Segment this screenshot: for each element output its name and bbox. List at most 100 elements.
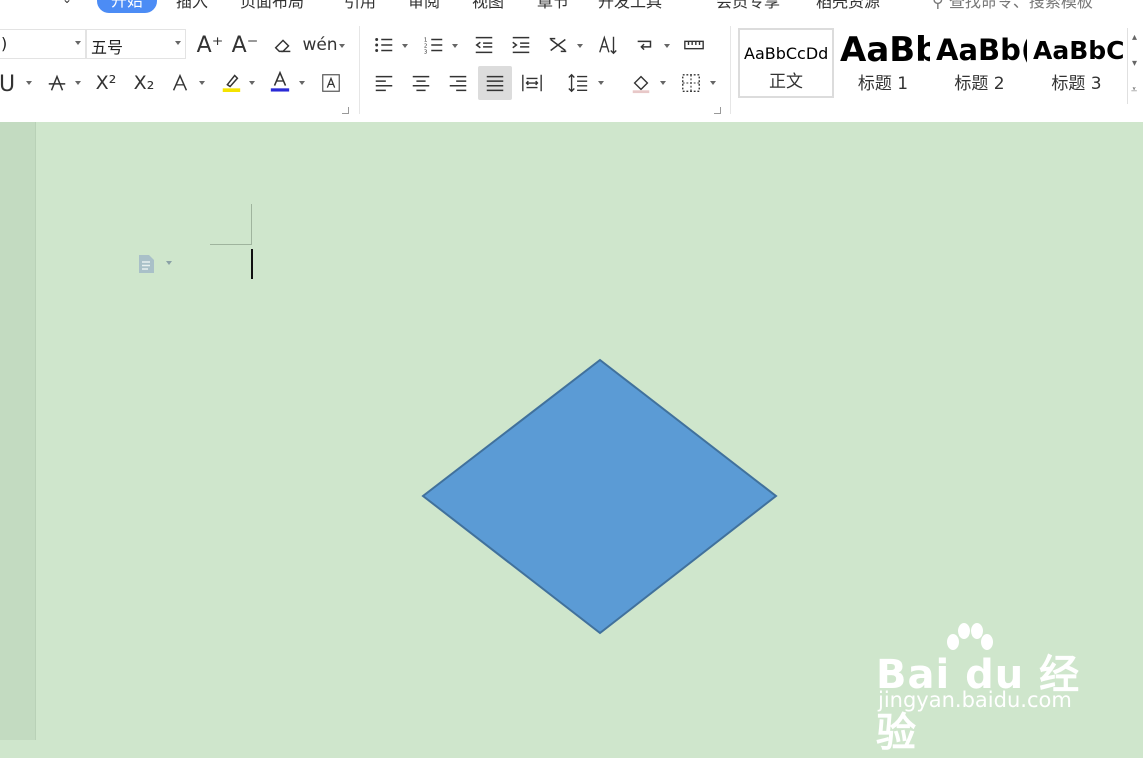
align-right-button[interactable]	[443, 68, 473, 98]
chevron-down-icon[interactable]	[402, 44, 408, 48]
chevron-down-icon	[75, 41, 81, 45]
chevron-down-icon[interactable]	[199, 81, 205, 85]
chevron-down-icon[interactable]	[577, 44, 583, 48]
align-left-icon	[375, 75, 393, 92]
svg-text:3: 3	[424, 49, 428, 55]
more-styles-icon[interactable]: ⩡	[1131, 83, 1137, 97]
paragraph-dialog-launcher[interactable]	[714, 107, 721, 114]
increase-indent-button[interactable]	[506, 30, 536, 60]
paint-bucket-icon	[632, 75, 650, 94]
chevron-down-icon[interactable]: ▾	[1132, 58, 1137, 69]
align-left-button[interactable]	[369, 68, 399, 98]
style-heading-2[interactable]: AaBb( 标题 2	[932, 28, 1027, 98]
tab-insert[interactable]: 插入	[176, 0, 208, 12]
undo-icon[interactable]: ↶	[22, 0, 35, 7]
font-dialog-launcher[interactable]	[342, 107, 349, 114]
boxed-a-icon	[322, 74, 340, 92]
justify-icon	[486, 75, 504, 92]
style-normal[interactable]: AaBbCcDd 正文	[738, 28, 834, 98]
superscript-button[interactable]: X²	[91, 68, 121, 98]
chevron-down-icon[interactable]	[26, 81, 32, 85]
font-name-select[interactable]: )	[0, 29, 86, 59]
command-search[interactable]: ⚲ 查找命令、搜索模板	[932, 0, 1093, 12]
style-sample: AaBb	[840, 30, 930, 70]
eraser-icon	[274, 39, 291, 53]
numbering-button[interactable]: 123	[419, 30, 449, 60]
ribbon: ↶ ⌄ 开始 插入 页面布局 引用 审阅 视图 章节 开发工具 会员专享 稻壳资…	[0, 0, 1143, 122]
tab-developer[interactable]: 开发工具	[598, 0, 662, 12]
style-sample: AaBbCcDd	[744, 44, 829, 63]
chevron-down-icon[interactable]	[598, 81, 604, 85]
chevron-down-icon[interactable]	[75, 81, 81, 85]
tab-sections[interactable]: 章节	[537, 0, 569, 12]
phonetic-guide-button[interactable]: wén	[302, 30, 337, 60]
chevron-down-icon[interactable]: ⌄	[62, 0, 72, 6]
tab-member[interactable]: 会员专享	[716, 0, 780, 12]
borders-button[interactable]	[676, 68, 706, 98]
style-sample: AaBbC	[1033, 36, 1124, 65]
tab-docer[interactable]: 稻壳资源	[816, 0, 880, 12]
align-center-icon	[412, 75, 430, 92]
shading-button[interactable]	[626, 68, 656, 98]
table-of-contents-button[interactable]	[679, 30, 709, 60]
tab-home[interactable]: 开始	[97, 0, 158, 13]
chevron-up-icon[interactable]: ▴	[1132, 32, 1137, 43]
numbered-list-icon: 123	[424, 37, 443, 55]
indent-icon	[512, 36, 530, 54]
distribute-icon	[522, 74, 542, 92]
font-color-button[interactable]	[265, 66, 295, 96]
document-area[interactable]: Bai du 经验 jingyan.baidu.com	[0, 122, 1143, 756]
style-heading-3[interactable]: AaBbC 标题 3	[1029, 28, 1124, 98]
paragraph-mark-icon	[637, 40, 652, 51]
justify-button[interactable]	[478, 66, 512, 100]
outdent-icon	[475, 36, 493, 54]
baidu-jingyan-watermark: Bai du 经验 jingyan.baidu.com	[876, 622, 1086, 756]
chevron-down-icon	[175, 41, 181, 45]
ruler-icon	[684, 40, 704, 50]
watermark-url: jingyan.baidu.com	[878, 688, 1072, 712]
underline-icon[interactable]: U	[0, 69, 22, 99]
chevron-down-icon[interactable]	[249, 81, 255, 85]
chinese-layout-button[interactable]	[543, 30, 573, 60]
style-name: 正文	[769, 72, 803, 92]
tab-review[interactable]: 审阅	[408, 0, 440, 12]
style-sample: AaBb(	[936, 33, 1027, 67]
clear-format-button[interactable]	[268, 30, 298, 60]
show-marks-button[interactable]	[630, 30, 660, 60]
tab-references[interactable]: 引用	[344, 0, 376, 12]
style-name: 标题 2	[954, 74, 1005, 94]
style-heading-1[interactable]: AaBb 标题 1	[836, 28, 930, 98]
text-effect-button[interactable]	[165, 68, 195, 98]
character-border-button[interactable]	[316, 68, 346, 98]
sort-button[interactable]	[593, 30, 623, 60]
font-size-select[interactable]: 五号	[86, 29, 186, 59]
highlight-button[interactable]	[216, 66, 246, 96]
style-name: 标题 3	[1051, 74, 1102, 94]
grow-font-button[interactable]: A⁺	[195, 30, 225, 60]
font-name-value: )	[1, 34, 8, 53]
line-spacing-icon	[568, 73, 588, 93]
font-size-value: 五号	[91, 38, 124, 57]
chevron-down-icon[interactable]	[452, 44, 458, 48]
align-right-icon	[449, 75, 467, 92]
diamond-polygon[interactable]	[421, 358, 778, 635]
line-spacing-button[interactable]	[563, 68, 593, 98]
chevron-down-icon[interactable]	[660, 81, 666, 85]
font-color-icon	[270, 70, 290, 92]
chevron-down-icon[interactable]	[339, 44, 345, 48]
subscript-button[interactable]: X₂	[129, 68, 159, 98]
strikethrough-button[interactable]	[42, 68, 72, 98]
tab-page-layout[interactable]: 页面布局	[240, 0, 304, 12]
decrease-indent-button[interactable]	[469, 30, 499, 60]
chevron-down-icon[interactable]	[664, 44, 670, 48]
bullets-button[interactable]	[369, 30, 399, 60]
text-effect-icon	[172, 73, 188, 91]
tab-view[interactable]: 视图	[472, 0, 504, 12]
distribute-button[interactable]	[517, 68, 547, 98]
search-icon: ⚲	[932, 0, 944, 11]
chevron-down-icon[interactable]	[710, 81, 716, 85]
shrink-font-button[interactable]: A⁻	[230, 30, 260, 60]
align-center-button[interactable]	[406, 68, 436, 98]
styles-gallery-scroll[interactable]: ▴ ▾ ⩡	[1127, 28, 1143, 104]
chevron-down-icon[interactable]	[299, 81, 305, 85]
